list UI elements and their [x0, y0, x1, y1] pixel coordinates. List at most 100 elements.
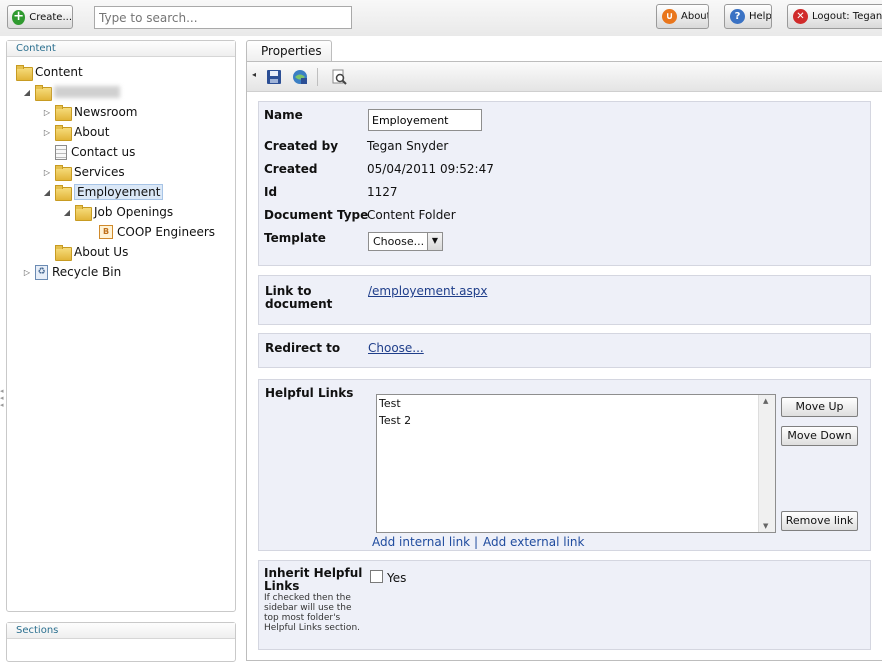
- collapsed-arrow-icon[interactable]: ▷: [43, 108, 51, 117]
- redirect-choose-link[interactable]: Choose...: [368, 341, 424, 355]
- folder-icon: [55, 185, 72, 201]
- listbox-scrollbar[interactable]: ▲ ▼: [758, 395, 775, 532]
- tree-item-content[interactable]: Content: [16, 62, 83, 82]
- template-select-value: Choose...: [373, 235, 425, 248]
- template-label: Template: [264, 231, 326, 245]
- remove-link-button[interactable]: Remove link: [781, 511, 858, 531]
- inherit-checkbox[interactable]: [370, 570, 383, 583]
- panel-splitter-handle[interactable]: ◂ ◂ ◂: [0, 388, 5, 409]
- tree-item-label: Recycle Bin: [52, 265, 122, 279]
- inherit-label-1: Inherit Helpful: [264, 566, 363, 580]
- link-separator: |: [474, 535, 479, 549]
- inherit-label-2: Links: [264, 579, 300, 593]
- logout-label: Logout: Tegan Sn: [812, 11, 882, 22]
- tree-item-label: About: [74, 125, 110, 139]
- tree-item-label: Contact us: [71, 145, 136, 159]
- sections-panel: Sections: [6, 622, 236, 662]
- tree-item-employement[interactable]: ◢ Employement: [43, 182, 164, 202]
- expanded-arrow-icon[interactable]: ◢: [23, 88, 31, 97]
- search-input[interactable]: [94, 6, 352, 29]
- folder-icon: [55, 125, 72, 141]
- sections-panel-title: Sections: [7, 623, 235, 639]
- tab-properties[interactable]: Properties: [246, 40, 332, 62]
- content-panel-title: Content: [7, 41, 235, 57]
- tree-item-label: Services: [74, 165, 125, 179]
- tree-item-label: COOP Engineers: [117, 225, 216, 239]
- folder-icon: [75, 205, 92, 221]
- properties-panel: ◂ Name Created by Tegan Snyder Created 0…: [246, 61, 882, 661]
- tree-item-label: Content: [35, 65, 83, 79]
- tree-item-newsroom[interactable]: ▷ Newsroom: [43, 102, 137, 122]
- chevron-down-icon: ▼: [427, 233, 442, 250]
- help-button[interactable]: ? Help: [724, 4, 772, 29]
- content-tree-panel: Content Content ◢ ▷ Newsroom ▷ About Con…: [6, 40, 236, 612]
- tree-item-label: Newsroom: [74, 105, 138, 119]
- collapsed-arrow-icon[interactable]: ▷: [43, 128, 51, 137]
- move-down-button[interactable]: Move Down: [781, 426, 858, 446]
- tree-item-coop[interactable]: B COOP Engineers: [99, 222, 215, 242]
- scroll-up-icon[interactable]: ▲: [763, 397, 768, 405]
- add-external-link[interactable]: Add external link: [483, 535, 584, 549]
- name-field[interactable]: [368, 109, 482, 131]
- collapsed-arrow-icon[interactable]: ▷: [23, 268, 31, 277]
- tree-item-recycle-bin[interactable]: ▷ ♻ Recycle Bin: [23, 262, 121, 282]
- helpful-links-listbox[interactable]: Test Test 2 ▲ ▼: [376, 394, 776, 533]
- list-item[interactable]: Test: [379, 397, 401, 410]
- id-label: Id: [264, 185, 278, 199]
- helpful-links-section: Helpful Links Test Test 2 ▲ ▼ Move Up Mo…: [258, 379, 871, 551]
- created-value: 05/04/2011 09:52:47: [367, 162, 494, 176]
- template-select[interactable]: Choose... ▼: [368, 232, 443, 251]
- list-item[interactable]: Test 2: [379, 414, 411, 427]
- document-type-value: Content Folder: [367, 208, 456, 222]
- expanded-arrow-icon[interactable]: ◢: [63, 208, 71, 217]
- save-icon[interactable]: [266, 69, 282, 85]
- inherit-description-line: sidebar will use the: [264, 603, 352, 613]
- expanded-arrow-icon[interactable]: ◢: [43, 188, 51, 197]
- document-type-label: Document Type: [264, 208, 369, 222]
- created-by-value: Tegan Snyder: [367, 139, 449, 153]
- document-url-link[interactable]: /employement.aspx: [368, 284, 487, 298]
- editor-toolbar: ◂: [247, 62, 882, 92]
- folder-icon: [55, 105, 72, 121]
- logout-button[interactable]: ✕ Logout: Tegan Sn: [787, 4, 882, 29]
- create-label: Create...: [29, 11, 72, 23]
- help-label: Help: [749, 11, 772, 22]
- tree-item-label: About Us: [74, 245, 129, 259]
- link-to-document-label-2: document: [265, 297, 333, 311]
- inherit-description-line: top most folder's: [264, 613, 341, 623]
- folder-icon: [55, 245, 72, 261]
- tree-item-label: Employement: [74, 184, 164, 200]
- folder-icon: [16, 65, 33, 81]
- folder-icon: [35, 85, 52, 101]
- recycle-bin-icon: ♻: [35, 264, 48, 280]
- preview-icon[interactable]: [331, 69, 347, 85]
- tree-item-job-openings[interactable]: ◢ Job Openings: [63, 202, 173, 222]
- tree-item-about-us[interactable]: About Us: [55, 242, 128, 262]
- name-label: Name: [264, 108, 303, 122]
- tree-item-contact[interactable]: Contact us: [55, 142, 135, 162]
- plus-icon: +: [12, 8, 26, 25]
- inherit-checkbox-label: Yes: [387, 571, 407, 585]
- create-button[interactable]: + Create...: [7, 5, 73, 29]
- add-internal-link[interactable]: Add internal link: [372, 535, 470, 549]
- about-button[interactable]: ∪ About: [656, 4, 709, 29]
- tree-item-about[interactable]: ▷ About: [43, 122, 109, 142]
- scroll-down-icon[interactable]: ▼: [763, 522, 768, 530]
- properties-section: Name Created by Tegan Snyder Created 05/…: [258, 101, 871, 266]
- created-by-label: Created by: [264, 139, 339, 153]
- inherit-description-line: If checked then the: [264, 593, 351, 603]
- save-and-publish-icon[interactable]: [292, 69, 308, 85]
- help-icon: ?: [730, 9, 745, 24]
- move-up-button[interactable]: Move Up: [781, 397, 858, 417]
- tree-item-services[interactable]: ▷ Services: [43, 162, 125, 182]
- top-toolbar: + Create... ∪ About ? Help ✕ Logout: Teg…: [0, 0, 882, 36]
- created-label: Created: [264, 162, 318, 176]
- collapse-arrow-icon[interactable]: ◂: [252, 70, 256, 79]
- collapsed-arrow-icon[interactable]: ▷: [43, 168, 51, 177]
- link-to-document-section: Link to document /employement.aspx: [258, 275, 871, 325]
- toolbar-divider: [317, 68, 318, 86]
- tree-item-site[interactable]: ◢: [23, 82, 120, 102]
- helpful-links-label: Helpful Links: [265, 386, 354, 400]
- about-label: About: [681, 11, 709, 22]
- document-icon: [55, 144, 67, 160]
